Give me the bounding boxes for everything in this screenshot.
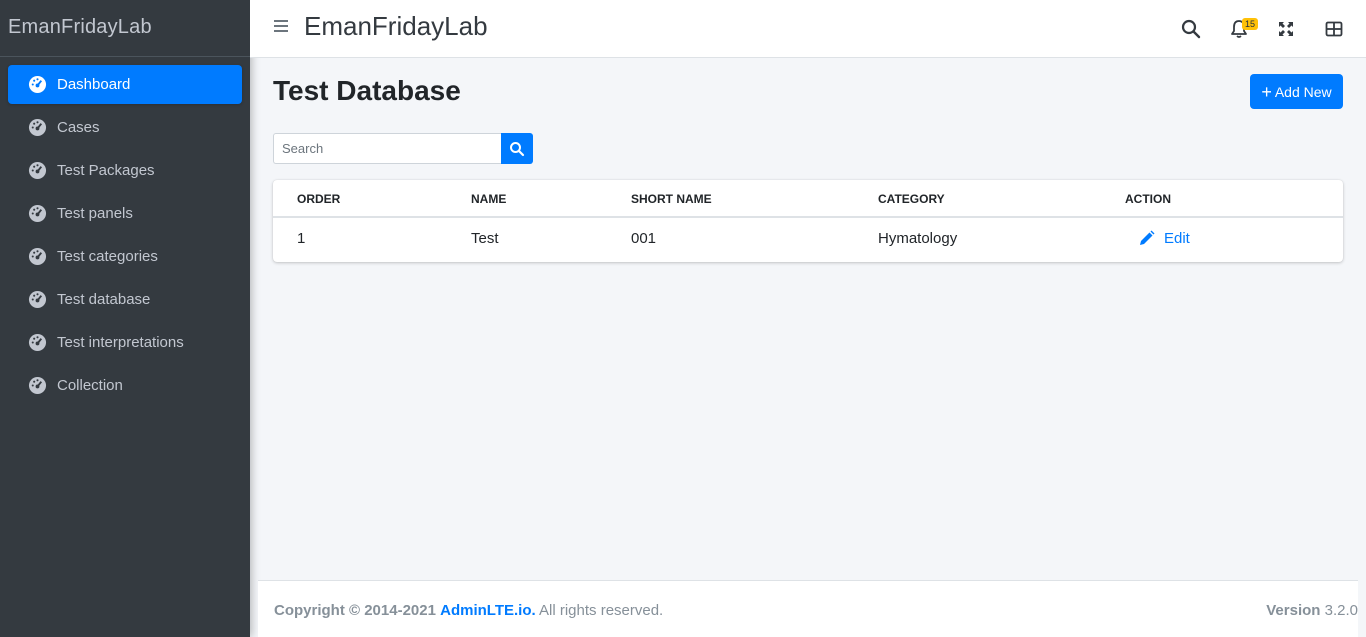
copyright-text: Copyright © 2014-2021 <box>274 602 436 619</box>
dashboard-gauge-icon <box>28 75 47 94</box>
version-value: 3.2.0 <box>1324 602 1358 619</box>
sidebar-item-label: Collection <box>57 377 123 394</box>
sidebar-item-label: Cases <box>57 119 100 136</box>
edit-label: Edit <box>1164 230 1190 247</box>
pencil-icon <box>1140 230 1155 245</box>
dashboard-gauge-icon <box>28 247 47 266</box>
version-label: Version <box>1266 602 1321 619</box>
sidebar-item-test-panels[interactable]: Test panels <box>8 194 242 233</box>
app-title: EmanFridayLab <box>304 11 488 41</box>
sidebar-item-cases[interactable]: Cases <box>8 108 242 147</box>
sidebar-item-dashboard[interactable]: Dashboard <box>8 65 242 104</box>
grid-icon[interactable] <box>1323 18 1345 40</box>
brand-logo-text[interactable]: EmanFridayLab <box>0 0 250 57</box>
sidebar-item-test-categories[interactable]: Test categories <box>8 237 242 276</box>
cell-category: Hymatology <box>878 230 958 247</box>
notification-badge: 15 <box>1242 18 1258 30</box>
search-form <box>273 133 533 164</box>
test-database-table: ORDER NAME SHORT NAME CATEGORY ACTION 1 … <box>273 180 1343 262</box>
plus-icon: + <box>1261 81 1272 102</box>
column-header-order: ORDER <box>297 192 341 206</box>
dashboard-gauge-icon <box>28 376 47 395</box>
dashboard-gauge-icon <box>28 118 47 137</box>
sidebar-item-label: Test categories <box>57 248 158 265</box>
column-header-category: CATEGORY <box>878 192 945 206</box>
column-header-name: NAME <box>471 192 507 206</box>
sidebar-item-label: Dashboard <box>57 76 131 93</box>
rights-text: All rights reserved. <box>539 602 664 619</box>
edit-link[interactable]: Edit <box>1138 230 1190 247</box>
sidebar-item-label: Test panels <box>57 205 133 222</box>
column-header-action: ACTION <box>1125 192 1171 206</box>
sidebar-nav: Dashboard Cases Test Packages Test panel… <box>0 57 250 405</box>
add-new-button[interactable]: + Add New <box>1250 74 1343 109</box>
top-navbar: EmanFridayLab 15 <box>250 0 1366 58</box>
cell-order: 1 <box>297 230 306 247</box>
adminlte-link[interactable]: AdminLTE.io. <box>440 602 536 619</box>
sidebar: EmanFridayLab Dashboard Cases Test Packa… <box>0 0 250 637</box>
column-header-short-name: SHORT NAME <box>631 192 712 206</box>
sidebar-item-test-database[interactable]: Test database <box>8 280 242 319</box>
search-button[interactable] <box>501 133 533 164</box>
dashboard-gauge-icon <box>28 204 47 223</box>
sidebar-item-test-interpretations[interactable]: Test interpretations <box>8 323 242 362</box>
sidebar-item-collection[interactable]: Collection <box>8 366 242 405</box>
sidebar-item-label: Test database <box>57 291 151 308</box>
add-new-label: Add New <box>1274 83 1332 100</box>
table-row: 1 Test 001 Hymatology Edit <box>273 218 1343 260</box>
footer: Copyright © 2014-2021 AdminLTE.io. All r… <box>258 580 1358 637</box>
dashboard-gauge-icon <box>28 333 47 352</box>
footer-copyright: Copyright © 2014-2021 AdminLTE.io. All r… <box>274 602 663 619</box>
sidebar-item-test-packages[interactable]: Test Packages <box>8 151 242 190</box>
menu-icon[interactable] <box>274 20 288 36</box>
table-header: ORDER NAME SHORT NAME CATEGORY ACTION <box>273 180 1343 218</box>
search-icon <box>510 141 525 156</box>
cell-short-name: 001 <box>631 230 657 247</box>
footer-version: Version 3.2.0 <box>1266 602 1358 619</box>
page-title: Test Database <box>273 75 461 106</box>
sidebar-item-label: Test interpretations <box>57 334 184 351</box>
dashboard-gauge-icon <box>28 290 47 309</box>
sidebar-item-label: Test Packages <box>57 162 155 179</box>
fullscreen-icon[interactable] <box>1275 18 1297 40</box>
dashboard-gauge-icon <box>28 161 47 180</box>
search-icon[interactable] <box>1180 18 1202 40</box>
cell-name: Test <box>471 230 499 247</box>
search-input[interactable] <box>273 133 501 164</box>
